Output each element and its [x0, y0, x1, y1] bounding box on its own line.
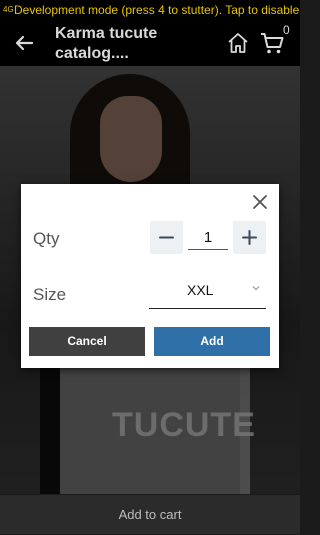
back-arrow-icon: [15, 35, 34, 51]
back-button[interactable]: [10, 29, 38, 57]
selected-size: XXL: [187, 282, 214, 298]
minus-icon: [159, 236, 174, 239]
decrease-quantity-button[interactable]: [150, 221, 183, 254]
app-bar: Karma tucute catalog.... 0: [0, 20, 300, 66]
quantity-input[interactable]: [188, 225, 228, 250]
bottom-bar: Add to cart: [0, 494, 300, 534]
add-button[interactable]: Add: [154, 327, 270, 356]
home-icon: [228, 33, 248, 53]
close-button[interactable]: [248, 190, 272, 214]
size-dropdown[interactable]: XXL: [149, 278, 266, 309]
chevron-down-icon: [252, 286, 260, 291]
close-icon: [253, 195, 267, 209]
cart-count-badge: 0: [283, 23, 290, 37]
home-button[interactable]: [226, 31, 250, 55]
size-label: Size: [33, 285, 67, 304]
status-bar: 4G Development mode (press 4 to stutter)…: [0, 0, 300, 20]
increase-quantity-button[interactable]: [233, 221, 266, 254]
cancel-button[interactable]: Cancel: [29, 327, 145, 356]
page-title: Karma tucute catalog....: [55, 25, 158, 62]
dev-mode-banner[interactable]: Development mode (press 4 to stutter). T…: [14, 0, 299, 20]
qty-label: Qty: [33, 229, 60, 248]
cart-icon: [261, 33, 284, 54]
add-to-cart-button[interactable]: Add to cart: [0, 495, 300, 534]
network-indicator: 4G: [3, 5, 14, 14]
plus-icon: [242, 230, 257, 245]
quantity-size-dialog: Qty Size XXL Cancel Add: [21, 184, 279, 368]
cart-button[interactable]: [259, 30, 285, 56]
